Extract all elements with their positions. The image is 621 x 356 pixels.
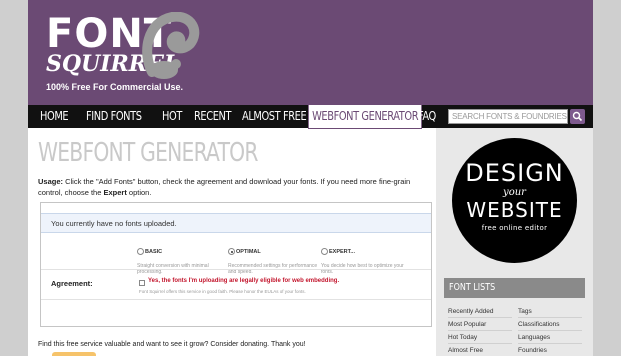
main-nav: HOME FIND FONTS HOT RECENT ALMOST FREE W… <box>28 104 593 129</box>
optimal-radio[interactable] <box>228 248 235 256</box>
main-content: WEBFONT GENERATOR Usage: Click the "Add … <box>38 128 433 356</box>
ad-design-text: DESIGN <box>465 159 564 187</box>
optimal-label: OPTIMAL <box>236 248 261 255</box>
basic-label: BASIC <box>145 248 163 255</box>
search-button[interactable] <box>570 109 585 124</box>
site-header: FONT SQUIRREL 100% Free For Commercial U… <box>28 0 593 105</box>
font-list-most-popular[interactable]: Most Popular <box>448 319 512 331</box>
search-icon <box>572 111 583 122</box>
font-lists-header: FONT LISTS <box>444 278 585 298</box>
no-fonts-message: You currently have no fonts uploaded. <box>41 213 431 233</box>
usage-end: option. <box>126 188 152 197</box>
option-optimal[interactable]: OPTIMAL Recommended settings for perform… <box>228 243 318 275</box>
expert-radio[interactable] <box>321 248 328 256</box>
font-list-recently-added[interactable]: Recently Added <box>448 306 512 318</box>
option-basic[interactable]: BASIC Straight conversion with minimal p… <box>137 243 227 275</box>
expert-label: EXPERT... <box>329 248 355 255</box>
usage-expert: Expert <box>103 188 127 197</box>
generator-panel: You currently have no fonts uploaded. BA… <box>40 202 432 327</box>
nav-almost-free[interactable]: ALMOST FREE <box>242 105 307 128</box>
ad-website-text: WEBSITE <box>466 198 563 222</box>
design-your-website-ad[interactable]: DESIGN your WEBSITE free online editor <box>452 138 577 263</box>
font-lists-title: FONT LISTS <box>449 282 496 293</box>
usage-instructions: Usage: Click the "Add Fonts" button, che… <box>38 176 430 198</box>
panel-divider <box>41 269 431 270</box>
font-list-foundries[interactable]: Foundries <box>518 345 582 356</box>
usage-label: Usage: <box>38 177 64 186</box>
option-expert[interactable]: EXPERT... You decide how best to optimiz… <box>321 243 411 275</box>
font-list-hot-today[interactable]: Hot Today <box>448 332 512 344</box>
nav-recent[interactable]: RECENT <box>194 105 231 128</box>
sidebar: DESIGN your WEBSITE free online editor F… <box>436 128 593 356</box>
donate-button[interactable] <box>52 352 96 356</box>
nav-faq[interactable]: FAQ <box>418 105 436 128</box>
agreement-subtext: Font Squirrel offers this service in goo… <box>139 289 306 294</box>
basic-radio[interactable] <box>137 248 144 256</box>
logo-tagline: 100% Free For Commercial Use. <box>46 82 184 92</box>
font-list-almost-free[interactable]: Almost Free <box>448 345 512 356</box>
donate-text: Find this free service valuable and want… <box>38 341 306 348</box>
agreement-label: Agreement: <box>51 279 93 288</box>
nav-home[interactable]: HOME <box>40 105 69 128</box>
squirrel-icon <box>142 12 200 79</box>
page-title: WEBFONT GENERATOR <box>38 138 258 168</box>
page: FONT SQUIRREL 100% Free For Commercial U… <box>28 0 593 356</box>
panel-divider-bottom <box>41 299 431 300</box>
search-input[interactable]: SEARCH FONTS & FOUNDRIES <box>448 109 568 124</box>
agreement-checkbox[interactable] <box>139 280 145 286</box>
ad-free-editor-text: free online editor <box>481 224 548 232</box>
agreement-text[interactable]: Yes, the fonts I'm uploading are legally… <box>148 278 339 284</box>
usage-text: Click the "Add Fonts" button, check the … <box>38 177 411 197</box>
nav-find-fonts[interactable]: FIND FONTS <box>86 105 142 128</box>
font-list-tags[interactable]: Tags <box>518 306 582 318</box>
font-list-classifications[interactable]: Classifications <box>518 319 582 331</box>
font-list-languages[interactable]: Languages <box>518 332 582 344</box>
nav-hot[interactable]: HOT <box>162 105 182 128</box>
font-squirrel-logo[interactable]: FONT SQUIRREL 100% Free For Commercial U… <box>46 12 226 100</box>
ad-your-text: your <box>503 187 526 198</box>
nav-webfont-generator[interactable]: WEBFONT GENERATOR <box>308 104 423 129</box>
